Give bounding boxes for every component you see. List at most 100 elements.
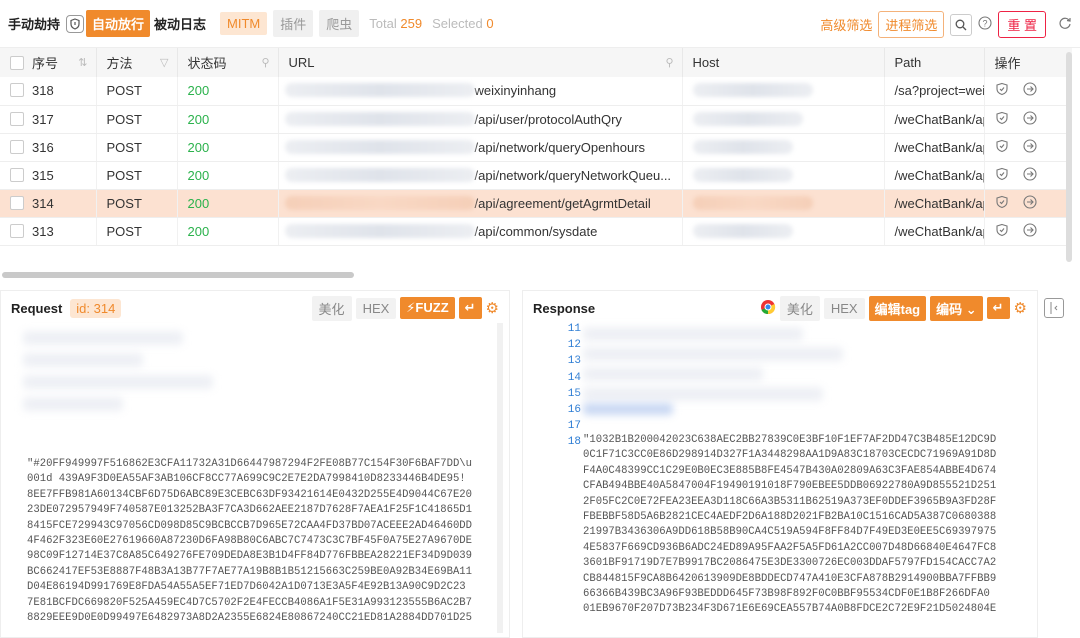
row-checkbox[interactable] xyxy=(10,140,24,154)
settings-icon[interactable]: ⚙ xyxy=(1014,299,1027,317)
table-row[interactable]: 316 POST 200/api/network/queryOpenhours/we… xyxy=(0,133,1072,161)
row-path: /sa?project=wei: xyxy=(884,77,984,105)
row-index: 318 xyxy=(0,77,96,105)
line-number-gutter: 11 12 13 14 15 16 17 18 xyxy=(523,321,581,451)
row-actions xyxy=(984,217,1072,245)
shield-icon[interactable] xyxy=(995,167,1009,184)
row-method: POST xyxy=(96,105,177,133)
row-actions xyxy=(984,105,1072,133)
search-icon[interactable]: ⚲ xyxy=(665,56,673,69)
request-title: Request xyxy=(11,301,62,316)
send-return-icon[interactable]: ↵ xyxy=(459,297,482,319)
redacted-host-blur xyxy=(693,112,803,126)
line-number: 13 xyxy=(523,353,581,369)
search-icon[interactable] xyxy=(950,14,972,36)
search-icon[interactable]: ⚲ xyxy=(261,56,269,69)
passive-log-tab[interactable]: 被动日志 xyxy=(150,14,210,33)
select-all-checkbox[interactable] xyxy=(10,56,24,70)
vertical-scrollbar[interactable] xyxy=(1066,52,1072,262)
arrow-right-circle-icon[interactable] xyxy=(1023,82,1037,99)
beautify-button[interactable]: 美化 xyxy=(312,296,352,321)
chrome-icon[interactable] xyxy=(760,299,776,318)
auto-release-tab[interactable]: 自动放行 xyxy=(86,10,150,37)
advanced-filter-link[interactable]: 高级筛选 xyxy=(820,15,872,34)
process-filter-button[interactable]: 进程筛选 xyxy=(878,11,944,38)
hex-button[interactable]: HEX xyxy=(356,298,397,319)
row-host xyxy=(682,161,884,189)
panel-toggle-icon[interactable] xyxy=(1044,298,1064,318)
row-checkbox[interactable] xyxy=(10,168,24,182)
arrow-right-circle-icon[interactable] xyxy=(1023,167,1037,184)
row-checkbox[interactable] xyxy=(10,224,24,238)
request-id-badge: id: 314 xyxy=(70,299,121,318)
row-checkbox[interactable] xyxy=(10,83,24,97)
arrow-right-circle-icon[interactable] xyxy=(1023,139,1037,156)
refresh-icon[interactable] xyxy=(1058,16,1072,33)
row-index: 317 xyxy=(0,105,96,133)
arrow-right-circle-icon[interactable] xyxy=(1023,111,1037,128)
edit-tag-button[interactable]: 编辑tag xyxy=(869,296,927,321)
plugins-button[interactable]: 插件 xyxy=(273,10,313,37)
arrow-right-circle-icon[interactable] xyxy=(1023,223,1037,240)
hex-button[interactable]: HEX xyxy=(824,298,865,319)
redacted-host-blur xyxy=(285,83,475,97)
table-row[interactable]: 318 POST 200 weixinyinhang/sa?project=wei: xyxy=(0,77,1072,105)
table-row[interactable]: 314 POST 200/api/agreement/getAgrmtDetail /… xyxy=(0,189,1072,217)
crawler-button[interactable]: 爬虫 xyxy=(319,10,359,37)
table-row[interactable]: 313 POST 200/api/common/sysdate/weChatBank… xyxy=(0,217,1072,245)
row-url: /api/user/protocolAuthQry xyxy=(278,105,682,133)
redacted-host-blur xyxy=(285,112,475,126)
response-title: Response xyxy=(533,301,595,316)
row-checkbox[interactable] xyxy=(10,112,24,126)
shield-icon[interactable] xyxy=(995,111,1009,128)
blurred-header-line xyxy=(23,353,143,367)
shield-icon[interactable] xyxy=(995,223,1009,240)
row-host xyxy=(682,189,884,217)
sort-icon[interactable]: ⇅ xyxy=(78,56,87,69)
row-index: 314 xyxy=(0,189,96,217)
request-body[interactable]: "#20FF949997F516862E3CFA11732A31D6644798… xyxy=(27,457,497,637)
row-checkbox[interactable] xyxy=(10,196,24,210)
filter-icon[interactable]: ▽ xyxy=(160,56,168,69)
request-scrollbar[interactable] xyxy=(497,323,503,633)
response-body[interactable]: "1032B1B200042023C638AEC2BB27839C0E3BF10… xyxy=(583,433,1035,638)
redacted-host-blur xyxy=(693,83,813,97)
shield-icon[interactable] xyxy=(66,15,84,33)
toolbar: 手动劫持 自动放行 被动日志 MITM 插件 爬虫 Total 259 Sele… xyxy=(0,0,1080,48)
row-host xyxy=(682,133,884,161)
redacted-host-blur xyxy=(693,168,793,182)
line-number: 16 xyxy=(523,402,581,418)
shield-icon[interactable] xyxy=(995,139,1009,156)
col-header-method[interactable]: 方法 ▽ xyxy=(96,48,177,77)
line-number: 18 xyxy=(523,434,581,450)
line-number: 15 xyxy=(523,386,581,402)
response-panel: Response 美化 HEX 编辑tag 编码 ⌄ ↵ ⚙ 11 12 13 14 1… xyxy=(522,290,1038,638)
col-header-status[interactable]: 状态码 ⚲ xyxy=(177,48,278,77)
table-row[interactable]: 317 POST 200/api/user/protocolAuthQry/weCh… xyxy=(0,105,1072,133)
reset-button[interactable]: 重 置 xyxy=(998,11,1046,38)
col-header-index[interactable]: 序号 ⇅ xyxy=(0,48,96,77)
horizontal-scrollbar[interactable] xyxy=(2,272,354,278)
table-row[interactable]: 315 POST 200/api/network/queryNetworkQueu.… xyxy=(0,161,1072,189)
row-method: POST xyxy=(96,189,177,217)
shield-icon[interactable] xyxy=(995,82,1009,99)
row-method: POST xyxy=(96,77,177,105)
blurred-json-line xyxy=(583,367,763,381)
col-header-actions: 操作 xyxy=(984,48,1072,77)
table-header-row: 序号 ⇅ 方法 ▽ 状态码 ⚲ URL ⚲ Host Path 操作 xyxy=(0,48,1072,77)
help-icon[interactable]: ? xyxy=(978,16,992,33)
row-url: /api/network/queryNetworkQueu... xyxy=(278,161,682,189)
send-return-icon[interactable]: ↵ xyxy=(987,297,1010,319)
settings-icon[interactable]: ⚙ xyxy=(486,299,499,317)
col-header-path[interactable]: Path xyxy=(884,48,984,77)
row-method: POST xyxy=(96,217,177,245)
fuzz-button[interactable]: ⚡FUZZ xyxy=(400,297,454,319)
mitm-button[interactable]: MITM xyxy=(220,12,267,35)
manual-hold-tab[interactable]: 手动劫持 xyxy=(4,14,64,33)
col-header-url[interactable]: URL ⚲ xyxy=(278,48,682,77)
beautify-button[interactable]: 美化 xyxy=(780,296,820,321)
col-header-host[interactable]: Host xyxy=(682,48,884,77)
shield-icon[interactable] xyxy=(995,195,1009,212)
encoding-dropdown[interactable]: 编码 ⌄ xyxy=(930,296,983,321)
arrow-right-circle-icon[interactable] xyxy=(1023,195,1037,212)
